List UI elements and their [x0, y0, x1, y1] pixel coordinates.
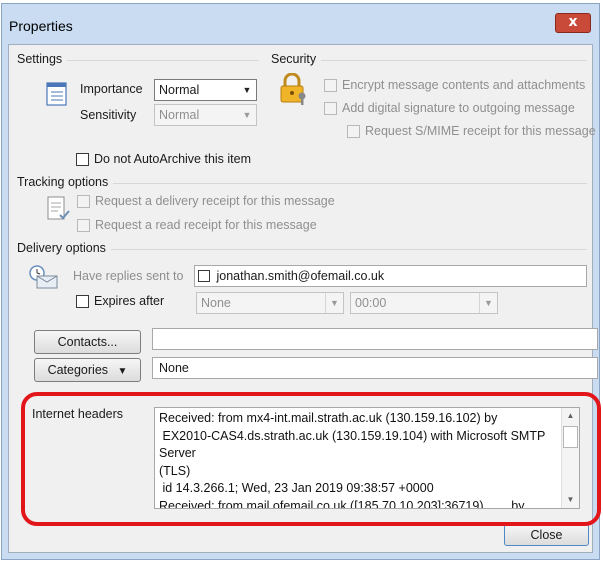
internet-headers-textbox[interactable]: Received: from mx4-int.mail.strath.ac.uk… [154, 407, 580, 509]
contacts-field[interactable] [152, 328, 598, 350]
delivery-header: Delivery options [17, 241, 111, 255]
lock-key-icon [280, 73, 306, 105]
delivery-receipt-label: Request a delivery receipt for this mess… [95, 194, 335, 208]
replies-checkbox[interactable] [198, 270, 210, 282]
categories-button[interactable]: Categories ▼ [34, 358, 141, 382]
categories-button-label: Categories [47, 363, 109, 377]
scroll-down-arrow-icon[interactable]: ▼ [562, 492, 579, 508]
window-close-button[interactable]: x [555, 13, 591, 33]
expires-date-value: None [201, 296, 231, 310]
contacts-button-label: Contacts... [57, 335, 118, 349]
expires-label: Expires after [94, 294, 165, 308]
autoarchive-checkbox[interactable] [76, 153, 89, 166]
delivery-receipt-checkbox[interactable] [77, 195, 90, 208]
chevron-down-icon: ▼ [325, 293, 343, 313]
chevron-down-icon: ▼ [117, 366, 128, 377]
expires-date-select[interactable]: None ▼ [196, 292, 344, 314]
delivery-section: Delivery options [17, 241, 587, 255]
smime-label: Request S/MIME receipt for this message [365, 124, 596, 138]
settings-section: Settings [17, 52, 259, 66]
headers-scrollbar[interactable]: ▲ ▼ [561, 408, 579, 508]
categories-field[interactable]: None [152, 357, 598, 379]
sensitivity-select[interactable]: Normal ▼ [154, 104, 257, 126]
security-header: Security [271, 52, 322, 66]
smime-checkbox[interactable] [347, 125, 360, 138]
close-button[interactable]: Close [504, 524, 589, 546]
read-receipt-label: Request a read receipt for this message [95, 218, 317, 232]
replies-value: jonathan.smith@ofemail.co.uk [216, 269, 385, 283]
tracking-document-icon [47, 196, 70, 220]
chevron-down-icon: ▼ [242, 110, 252, 120]
sensitivity-value: Normal [159, 108, 200, 122]
tracking-header: Tracking options [17, 175, 114, 189]
internet-headers-label: Internet headers [32, 407, 124, 421]
close-button-label: Close [530, 528, 563, 542]
chevron-down-icon: ▼ [479, 293, 497, 313]
security-section: Security [271, 52, 587, 66]
scrollbar-thumb[interactable] [563, 426, 578, 448]
properties-window: Properties x Settings Importance Normal … [1, 3, 600, 560]
internet-headers-text: Received: from mx4-int.mail.strath.ac.uk… [159, 411, 546, 509]
window-title: Properties [9, 18, 73, 34]
read-receipt-checkbox[interactable] [77, 219, 90, 232]
importance-value: Normal [159, 83, 200, 97]
sensitivity-label: Sensitivity [80, 108, 137, 122]
encrypt-label: Encrypt message contents and attachments [342, 78, 586, 92]
autoarchive-label: Do not AutoArchive this item [94, 152, 252, 166]
replies-label: Have replies sent to [73, 269, 184, 283]
expires-time-value: 00:00 [355, 296, 387, 310]
delivery-clock-icon [29, 265, 58, 289]
replies-field[interactable]: jonathan.smith@ofemail.co.uk [194, 265, 587, 287]
dialog-body: Settings Importance Normal ▼ Sensitivity… [8, 44, 598, 553]
signature-checkbox[interactable] [324, 102, 337, 115]
encrypt-checkbox[interactable] [324, 79, 337, 92]
title-bar: Properties x [2, 4, 599, 44]
tracking-section: Tracking options [17, 175, 587, 189]
chevron-down-icon: ▼ [242, 85, 252, 95]
categories-value: None [159, 361, 189, 375]
expires-time-select[interactable]: 00:00 ▼ [350, 292, 498, 314]
settings-list-icon [46, 82, 67, 106]
signature-label: Add digital signature to outgoing messag… [342, 101, 575, 115]
contacts-button[interactable]: Contacts... [34, 330, 141, 354]
scroll-up-arrow-icon[interactable]: ▲ [562, 408, 579, 424]
close-icon: x [568, 14, 578, 30]
settings-header: Settings [17, 52, 68, 66]
importance-label: Importance [80, 82, 143, 96]
expires-checkbox[interactable] [76, 295, 89, 308]
importance-select[interactable]: Normal ▼ [154, 79, 257, 101]
